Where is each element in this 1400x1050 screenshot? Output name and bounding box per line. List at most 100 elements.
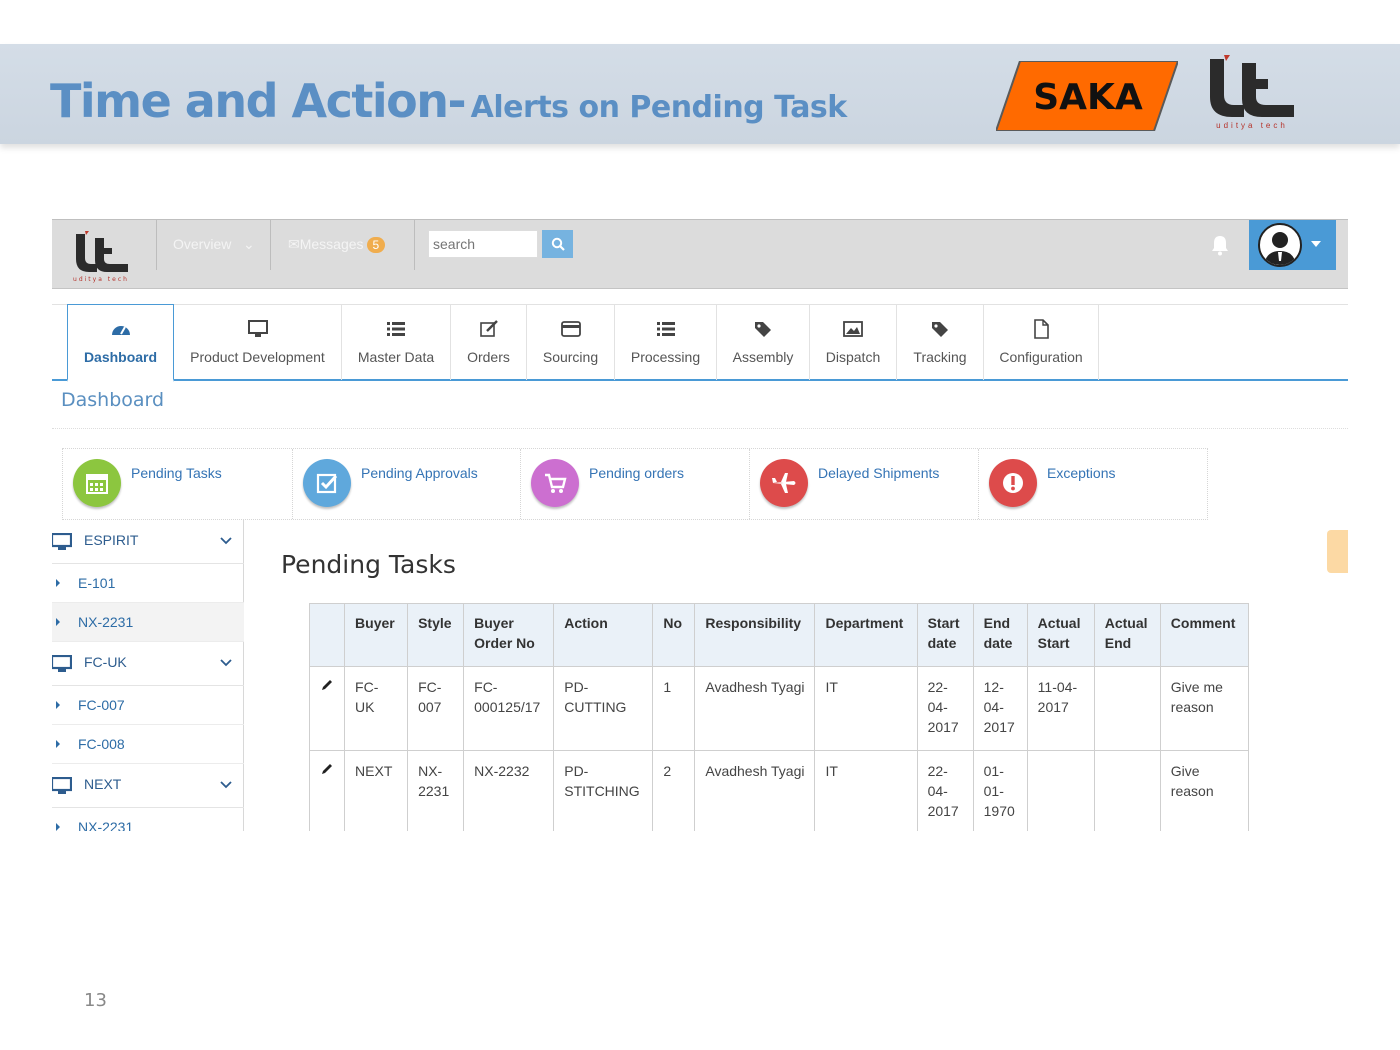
overview-label: Overview: [173, 236, 232, 252]
breadcrumb[interactable]: Dashboard: [61, 389, 164, 411]
slide-title: Time and Action- Alerts on Pending Task: [50, 74, 847, 128]
messages-count-badge: 5: [366, 237, 386, 253]
tab-label: Dispatch: [825, 349, 881, 365]
user-menu[interactable]: [1249, 220, 1336, 270]
tag-icon: [755, 322, 771, 337]
column-header[interactable]: Actual Start: [1026, 603, 1095, 667]
column-header[interactable]: Comment: [1159, 603, 1250, 667]
column-header[interactable]: Department: [814, 603, 918, 667]
checkbox-icon: [303, 459, 351, 507]
tree-item[interactable]: NX-2231: [52, 808, 244, 831]
pending-tasks-table: Buyer Style Buyer Order No Action No Res…: [308, 603, 1250, 831]
cell-comment: Give reason: [1159, 750, 1250, 831]
tree-item[interactable]: FC-007: [52, 686, 244, 725]
tree-group-label: NEXT: [84, 776, 122, 792]
tab-product-development[interactable]: Product Development: [174, 305, 342, 380]
pencil-icon[interactable]: [320, 762, 334, 776]
tree-group-label: FC-UK: [84, 654, 127, 670]
saka-logo: SAKA: [996, 61, 1178, 131]
tree-item[interactable]: FC-008: [52, 725, 244, 764]
tree-item-label: E-101: [78, 575, 116, 591]
tab-label: Dashboard: [83, 349, 158, 365]
tab-dispatch[interactable]: Dispatch: [810, 305, 897, 380]
column-header[interactable]: Actual End: [1093, 603, 1161, 667]
column-header[interactable]: Responsibility: [694, 603, 816, 667]
monitor-icon: [247, 320, 268, 337]
search-input[interactable]: [428, 230, 538, 258]
nav-separator: [270, 220, 271, 270]
caret-down-icon: [1311, 241, 1321, 247]
saka-logo-text: SAKA: [1033, 77, 1143, 118]
chevron-down-icon: [220, 537, 232, 545]
tab-label: Assembly: [732, 349, 794, 365]
column-header[interactable]: Buyer: [344, 603, 409, 667]
tree-item[interactable]: NX-2231: [52, 603, 244, 642]
image-icon: [843, 321, 863, 337]
tab-processing[interactable]: Processing: [615, 305, 717, 380]
chevron-down-icon: [220, 781, 232, 789]
card-pending-approvals[interactable]: Pending Approvals: [293, 449, 521, 519]
avatar: [1258, 223, 1302, 267]
card-exceptions[interactable]: Exceptions: [979, 449, 1208, 519]
cell-start-date: 22-04-2017: [916, 750, 974, 831]
tree-group-espirit[interactable]: ESPIRIT: [52, 520, 244, 564]
tab-orders[interactable]: Orders: [451, 305, 527, 380]
tab-label: Configuration: [999, 349, 1083, 365]
cell-actual-end: [1093, 666, 1161, 751]
caret-right-icon: [56, 823, 60, 831]
tree-item[interactable]: E-101: [52, 564, 244, 603]
search-button[interactable]: [542, 230, 573, 258]
table-row: FC-UK FC-007 FC-000125/17 PD-CUTTING 1 A…: [308, 666, 1250, 751]
nav-separator: [414, 220, 415, 270]
column-header[interactable]: Style: [407, 603, 465, 667]
caret-right-icon: [56, 701, 60, 709]
cell-actual-end: [1093, 750, 1161, 831]
card-label: Pending Tasks: [131, 465, 222, 481]
user-avatar-icon: [1264, 232, 1296, 265]
top-navbar: uditya tech Overview ⌄ ✉Messages 5: [52, 219, 1348, 289]
cell-actual-start: [1026, 750, 1095, 831]
tab-dashboard[interactable]: Dashboard: [67, 304, 174, 382]
app-logo[interactable]: uditya tech: [70, 228, 136, 284]
tab-tracking[interactable]: Tracking: [897, 305, 984, 380]
cell-responsibility: Avadhesh Tyagi: [694, 666, 816, 751]
chevron-down-icon: ⌄: [235, 236, 255, 252]
tree-item-label: FC-007: [78, 697, 125, 713]
card-pending-tasks[interactable]: Pending Tasks: [63, 449, 293, 519]
card-pending-orders[interactable]: Pending orders: [521, 449, 750, 519]
summary-cards: Pending Tasks Pending Approvals Pending …: [62, 448, 1208, 520]
column-header: [308, 603, 346, 667]
card-delayed-shipments[interactable]: Delayed Shipments: [750, 449, 979, 519]
cell-style: NX-2231: [407, 750, 465, 831]
cell-responsibility: Avadhesh Tyagi: [694, 750, 816, 831]
tree-group-fc-uk[interactable]: FC-UK: [52, 642, 244, 686]
tag-icon: [932, 322, 948, 337]
column-header[interactable]: Buyer Order No: [463, 603, 555, 667]
edit-cell[interactable]: [308, 750, 346, 831]
edit-cell[interactable]: [308, 666, 346, 751]
cell-buyer-order-no: FC-000125/17: [463, 666, 555, 751]
card-icon: [560, 321, 581, 337]
bell-icon[interactable]: [1210, 234, 1230, 256]
cell-action: PD-CUTTING: [553, 666, 654, 751]
tab-configuration[interactable]: Configuration: [984, 305, 1099, 380]
column-header[interactable]: Action: [553, 603, 654, 667]
column-header[interactable]: End date: [972, 603, 1028, 667]
column-header[interactable]: Start date: [916, 603, 974, 667]
tab-master-data[interactable]: Master Data: [342, 305, 451, 380]
tree-group-next[interactable]: NEXT: [52, 764, 244, 808]
caret-right-icon: [56, 579, 60, 587]
cell-comment: Give me reason: [1159, 666, 1250, 751]
tab-assembly[interactable]: Assembly: [717, 305, 810, 380]
cell-buyer-order-no: NX-2232: [463, 750, 555, 831]
pencil-icon[interactable]: [320, 678, 334, 692]
exclamation-icon: [989, 459, 1037, 507]
settings-drawer-handle[interactable]: [1327, 530, 1348, 573]
tab-sourcing[interactable]: Sourcing: [527, 305, 615, 380]
messages-link[interactable]: ✉Messages 5: [288, 236, 386, 253]
column-header[interactable]: No: [652, 603, 696, 667]
monitor-icon: [52, 533, 72, 550]
card-label: Pending Approvals: [361, 465, 478, 481]
nav-separator: [156, 220, 157, 270]
overview-dropdown[interactable]: Overview ⌄: [173, 236, 255, 253]
